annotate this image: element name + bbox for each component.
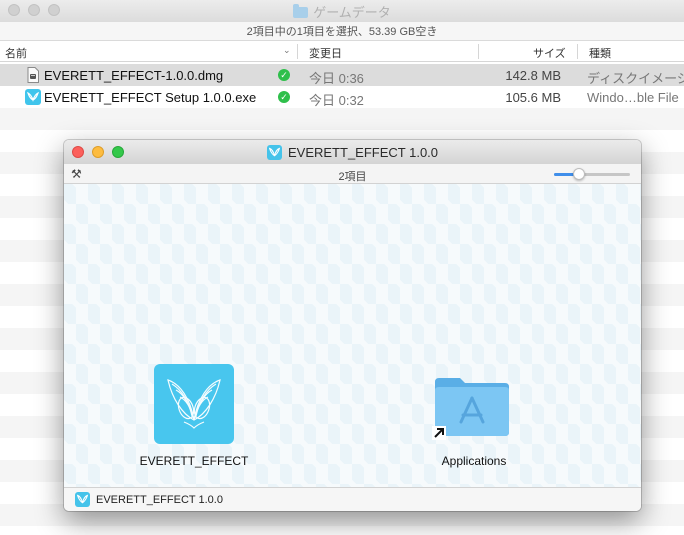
everett-effect-app-icon[interactable]	[154, 364, 234, 444]
sync-check-icon: ✓	[278, 69, 290, 81]
minimize-button-inactive[interactable]	[28, 4, 40, 16]
dmg-background: EVERETT_EFFECT Applications	[64, 184, 641, 487]
applications-folder-icon[interactable]	[432, 370, 512, 440]
column-header-kind[interactable]: 種類	[589, 45, 611, 61]
finder-title-text: ゲームデータ	[313, 4, 391, 20]
file-size: 105.6 MB	[505, 90, 561, 105]
close-button-inactive[interactable]	[8, 4, 20, 16]
app-icon-label: EVERETT_EFFECT	[139, 454, 249, 468]
minimize-button[interactable]	[92, 146, 104, 158]
dmg-file-icon	[27, 67, 39, 83]
dmg-path-bar: EVERETT_EFFECT 1.0.0	[64, 487, 641, 511]
file-name: EVERETT_EFFECT Setup 1.0.0.exe	[44, 90, 257, 105]
dmg-window: EVERETT_EFFECT 1.0.0 ⚒ 2項目 EVERETT_EFFEC…	[64, 140, 641, 511]
file-kind: Windo…ble File	[587, 90, 679, 105]
icon-size-slider[interactable]	[554, 168, 630, 180]
folder-icon	[293, 3, 309, 18]
selection-status-text: 2項目中の1項目を選択、53.39 GB空き	[246, 26, 438, 38]
zoom-button-inactive[interactable]	[48, 4, 60, 16]
finder-window-title: ゲームデータ	[293, 2, 391, 21]
dmg-window-title: EVERETT_EFFECT 1.0.0	[266, 144, 439, 160]
close-button[interactable]	[72, 146, 84, 158]
dmg-toolbar: ⚒ 2項目	[64, 164, 641, 184]
item-count: 2項目	[338, 171, 367, 183]
column-header-row: 名前 ⌄ 変更日 サイズ 種類	[0, 41, 684, 62]
app-file-icon	[25, 89, 41, 105]
app-icon	[266, 144, 282, 160]
applications-label: Applications	[441, 454, 507, 468]
column-header-size[interactable]: サイズ	[533, 45, 566, 61]
dmg-title-text: EVERETT_EFFECT 1.0.0	[287, 144, 439, 160]
file-modified: 今日 0:32	[309, 93, 364, 108]
column-divider[interactable]	[297, 44, 298, 59]
file-kind: ディスクイメージ	[587, 71, 684, 86]
file-row-selected[interactable]: EVERETT_EFFECT-1.0.0.dmg ✓ 今日 0:36 142.8…	[0, 64, 684, 86]
column-divider[interactable]	[577, 44, 578, 59]
sort-chevron-icon: ⌄	[283, 45, 291, 55]
column-header-modified[interactable]: 変更日	[309, 45, 342, 61]
finder-titlebar: ゲームデータ	[0, 0, 684, 22]
file-size: 142.8 MB	[505, 68, 561, 83]
volume-icon	[75, 492, 90, 507]
zoom-button[interactable]	[112, 146, 124, 158]
column-divider[interactable]	[478, 44, 479, 59]
column-header-name[interactable]: 名前	[5, 45, 27, 61]
file-name: EVERETT_EFFECT-1.0.0.dmg	[44, 68, 224, 83]
file-row[interactable]: EVERETT_EFFECT Setup 1.0.0.exe ✓ 今日 0:32…	[0, 86, 684, 108]
sync-check-icon: ✓	[278, 91, 290, 103]
finder-status-bar: 2項目中の1項目を選択、53.39 GB空き	[0, 22, 684, 41]
dmg-titlebar[interactable]: EVERETT_EFFECT 1.0.0	[64, 140, 641, 164]
file-modified: 今日 0:36	[309, 71, 364, 86]
volume-label[interactable]: EVERETT_EFFECT 1.0.0	[96, 494, 223, 506]
